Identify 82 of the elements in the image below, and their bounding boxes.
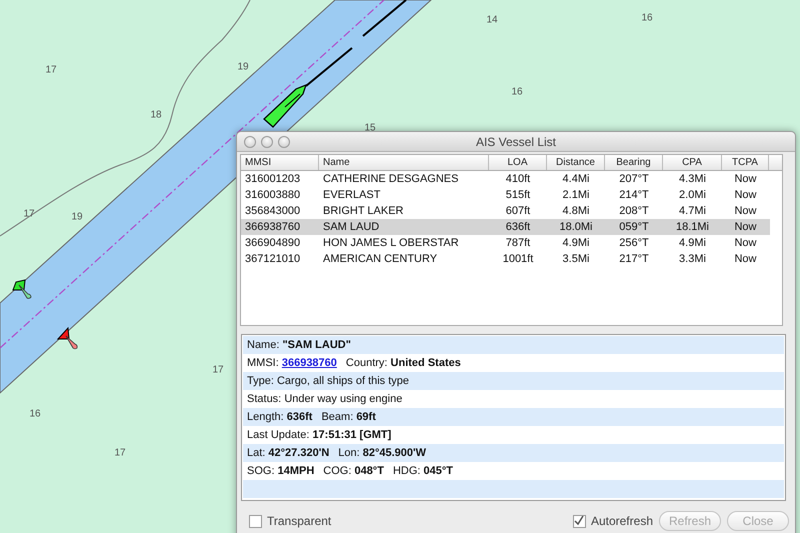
column-header[interactable]: Bearing <box>605 155 663 170</box>
column-header[interactable]: MMSI <box>241 155 319 170</box>
table-row[interactable]: 356843000 BRIGHT LAKER 607ft 4.8Mi 208°T 4.7Mi Now <box>241 203 770 219</box>
table-cell-text: 316001203 <box>244 172 302 187</box>
table-cell-text: 256°T <box>618 236 650 251</box>
depth-sounding: 17 <box>114 448 126 458</box>
table-row[interactable]: 367121010 AMERICAN CENTURY 1001ft 3.5Mi 217°T 3.3Mi Now <box>241 251 770 267</box>
column-header[interactable]: CPA <box>663 155 722 170</box>
close-button[interactable] <box>244 136 256 148</box>
table-cell-text: 207°T <box>618 172 650 187</box>
table-cell-text: SAM LAUD <box>322 220 380 235</box>
table-cell-text: 4.9Mi <box>562 236 590 251</box>
table-cell-text: 3.3Mi <box>678 252 707 267</box>
depth-sounding: 17 <box>212 364 224 376</box>
table-cell-text: Now <box>733 204 758 219</box>
minimize-button[interactable] <box>261 136 273 148</box>
detail-line: MMSI: 366938760 Country: United States <box>246 356 462 371</box>
table-cell-text: HON JAMES L OBERSTAR <box>322 236 460 251</box>
checkbox[interactable]: Transparent <box>249 514 332 528</box>
depth-sounding: 19 <box>237 62 249 72</box>
table-cell-text: 3.5Mi <box>562 252 590 267</box>
table-cell-text: BRIGHT LAKER <box>322 204 404 219</box>
table-cell-text: 636ft <box>504 220 532 235</box>
table-cell-text: 2.1Mi <box>562 188 590 203</box>
table-row[interactable]: 316003880 EVERLAST 515ft 2.1Mi 214°T 2.0Mi Now <box>241 187 770 203</box>
detail-line: Status: Under way using engine <box>246 392 404 407</box>
table-cell-text: 367121010 <box>244 252 302 267</box>
ship-icon <box>263 84 307 128</box>
detail-line: SOG: 14MPH COG: 048°T HDG: 045°T <box>246 464 454 479</box>
table-cell-text: 4.9Mi <box>678 236 707 251</box>
table-cell-text: 18.0Mi <box>558 220 594 235</box>
depth-sounding: 17 <box>45 64 57 76</box>
table-cell-text: 208°T <box>618 204 650 219</box>
table-cell-text: 607ft <box>504 204 532 219</box>
table-row[interactable]: 366904890 HON JAMES L OBERSTAR 787ft 4.9Mi 256°T 4.9Mi Now <box>241 235 770 251</box>
window-title: AIS Vessel List <box>476 134 556 148</box>
table-cell-text: 1001ft <box>502 252 534 267</box>
depth-sounding: 18 <box>150 110 162 120</box>
depth-sounding: 15 <box>364 122 376 134</box>
table-cell-text: 366904890 <box>244 236 302 251</box>
table-cell-text: 4.8Mi <box>562 204 590 219</box>
checkmark-icon <box>574 516 584 526</box>
table-cell-text: 4.3Mi <box>678 172 707 187</box>
table-cell-text: 515ft <box>504 188 532 203</box>
table-cell-text: 4.7Mi <box>678 204 707 219</box>
detail-line: Last Update: 17:51:31 [GMT] <box>246 428 392 443</box>
depth-sounding: 14 <box>486 14 498 26</box>
table-cell-text: 059°T <box>618 220 650 235</box>
column-header[interactable]: Name <box>319 155 489 170</box>
column-header[interactable]: TCPA <box>722 155 769 170</box>
table-cell-text: Now <box>733 236 758 251</box>
table-row[interactable]: 316001203 CATHERINE DESGAGNES 410ft 4.4Mi 207°T 4.3Mi Now <box>241 171 770 187</box>
table-cell-text: 787ft <box>504 236 532 251</box>
table-cell-text: 4.4Mi <box>562 172 590 187</box>
table-cell-text: 18.1Mi <box>674 220 710 235</box>
column-header[interactable]: LOA <box>489 155 547 170</box>
depth-sounding: 16 <box>511 86 523 98</box>
table-cell-text: AMERICAN CENTURY <box>322 252 438 267</box>
table-cell-text: 356843000 <box>244 204 302 219</box>
table-cell-text: 214°T <box>618 188 650 203</box>
zoom-button[interactable] <box>278 136 290 148</box>
table-cell-text: 366938760 <box>244 220 302 235</box>
table-cell-text: Now <box>733 220 758 235</box>
buoy-icon <box>56 326 78 350</box>
table-cell-text: 316003880 <box>244 188 302 203</box>
column-header[interactable]: Distance <box>547 155 605 170</box>
table-cell-text: 217°T <box>618 252 650 267</box>
table-cell-text: Now <box>733 172 758 187</box>
table-cell-text: 2.0Mi <box>678 188 707 203</box>
checkbox[interactable]: Autorefresh <box>572 514 653 528</box>
table-row[interactable]: 366938760 SAM LAUD 636ft 18.0Mi 059°T 18.1Mi Now <box>241 219 770 235</box>
table-cell-text: Now <box>733 188 758 203</box>
depth-sounding: 19 <box>71 212 83 222</box>
table-cell-text: 410ft <box>504 172 532 187</box>
depth-sounding: 17 <box>23 208 35 220</box>
table-cell-text: EVERLAST <box>322 188 382 203</box>
depth-sounding: 16 <box>29 408 41 420</box>
table-cell-text: CATHERINE DESGAGNES <box>322 172 460 187</box>
mmsi-link[interactable]: 366938760 <box>282 357 337 369</box>
buoy-icon <box>12 279 32 299</box>
depth-sounding: 16 <box>641 12 653 24</box>
table-cell-text: Now <box>733 252 758 267</box>
